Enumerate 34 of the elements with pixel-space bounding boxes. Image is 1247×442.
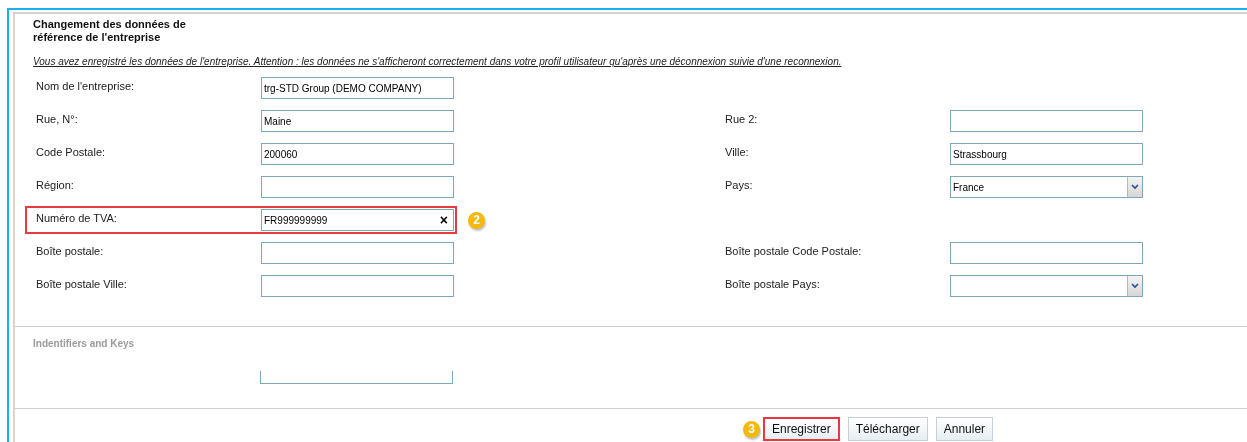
input-field[interactable]: FR999999999 × [261,209,454,231]
field-label: Numéro de TVA: [36,211,118,226]
field-label: Boîte postale Code Postale: [725,244,863,259]
input-field[interactable] [260,371,453,384]
input-field[interactable]: Strassbourg [950,143,1143,165]
action-button[interactable]: Annuler [935,417,994,441]
field-label: Boîte postale Pays: [725,277,821,292]
field-label: Ville: [725,145,750,160]
country-dropdown[interactable] [950,275,1143,297]
section-heading: Indentifiers and Keys [33,337,136,351]
field-label: Rue, N°: [36,112,79,127]
field-label: Nom de l'entreprise: [36,79,136,94]
input-field[interactable]: trg-STD Group (DEMO COMPANY) [261,77,454,99]
input-field[interactable] [261,176,454,198]
step-badge: 3 [743,420,760,438]
action-button[interactable]: Télécharger [847,417,928,441]
field-label: Pays: [725,178,754,193]
input-field[interactable]: Maine [261,110,454,132]
country-dropdown[interactable]: France [950,176,1143,198]
field-label: Boîte postale: [36,244,105,259]
notice-text: Vous avez enregistré les données de l'entreprise. Attention : les données ne s'afficheront correctement dans votre profil utilisateur qu'après une déconnexion suivie d'une reconnexion. [33,55,843,69]
action-button[interactable]: Enregistrer [763,417,840,441]
step-badge: 2 [468,211,485,229]
field-label: Code Postale: [36,145,107,160]
field-label: Boîte postale Ville: [36,277,128,292]
form-title: Changement des données de référence de l'entreprise [33,18,187,44]
input-field[interactable] [950,110,1143,132]
field-label: Rue 2: [725,112,759,127]
input-field[interactable]: 200060 [261,143,454,165]
input-field[interactable] [261,275,454,297]
field-label: Région: [36,178,75,193]
input-field[interactable] [950,242,1143,264]
input-field[interactable] [261,242,454,264]
clear-button[interactable]: × [439,213,453,227]
